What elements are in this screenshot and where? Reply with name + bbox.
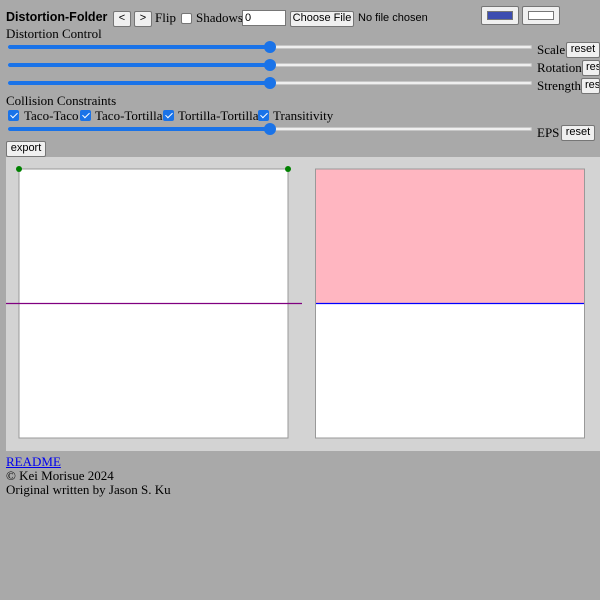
taco-taco-checkbox[interactable] <box>8 110 19 121</box>
strength-slider[interactable] <box>8 75 532 91</box>
strength-label: Strength <box>537 78 582 93</box>
rotation-slider[interactable] <box>8 57 532 73</box>
shadows-checkbox[interactable] <box>181 13 192 24</box>
file-status: No file chosen <box>358 12 428 24</box>
credit-text: Original written by Jason S. Ku <box>6 482 171 497</box>
shadows-input[interactable]: 0 <box>242 10 286 26</box>
prev-button[interactable]: < <box>113 11 131 27</box>
shadows-label: Shadows <box>196 10 243 25</box>
strength-reset-button[interactable]: reset <box>581 78 600 94</box>
collision-heading: Collision Constraints <box>6 93 117 108</box>
fold-canvas[interactable] <box>6 157 600 451</box>
secondary-color-swatch <box>528 11 554 20</box>
primary-color-picker[interactable] <box>481 6 519 25</box>
secondary-color-picker[interactable] <box>522 6 560 25</box>
eps-label: EPS <box>537 125 560 140</box>
taco-tortilla-checkbox[interactable] <box>80 110 91 121</box>
folded-layer <box>316 169 584 304</box>
flip-label: Flip <box>155 10 176 25</box>
eps-reset-button[interactable]: reset <box>561 125 595 141</box>
vertex-point-top-right[interactable] <box>285 166 291 172</box>
scale-label: Scale <box>537 42 566 57</box>
vertex-point-top-left[interactable] <box>16 166 22 172</box>
app-title: Distortion-Folder <box>6 10 108 24</box>
next-button[interactable]: > <box>134 11 152 27</box>
rotation-label: Rotation <box>537 60 582 75</box>
primary-color-swatch <box>487 11 513 20</box>
choose-file-button[interactable]: Choose File <box>290 11 354 27</box>
tortilla-tortilla-checkbox[interactable] <box>163 110 174 121</box>
export-button[interactable]: export <box>6 141 46 157</box>
transitivity-checkbox[interactable] <box>258 110 269 121</box>
scale-slider[interactable] <box>8 39 532 55</box>
eps-slider[interactable] <box>8 121 532 137</box>
scale-reset-button[interactable]: reset <box>566 42 600 58</box>
rotation-reset-button[interactable]: reset <box>582 60 600 76</box>
